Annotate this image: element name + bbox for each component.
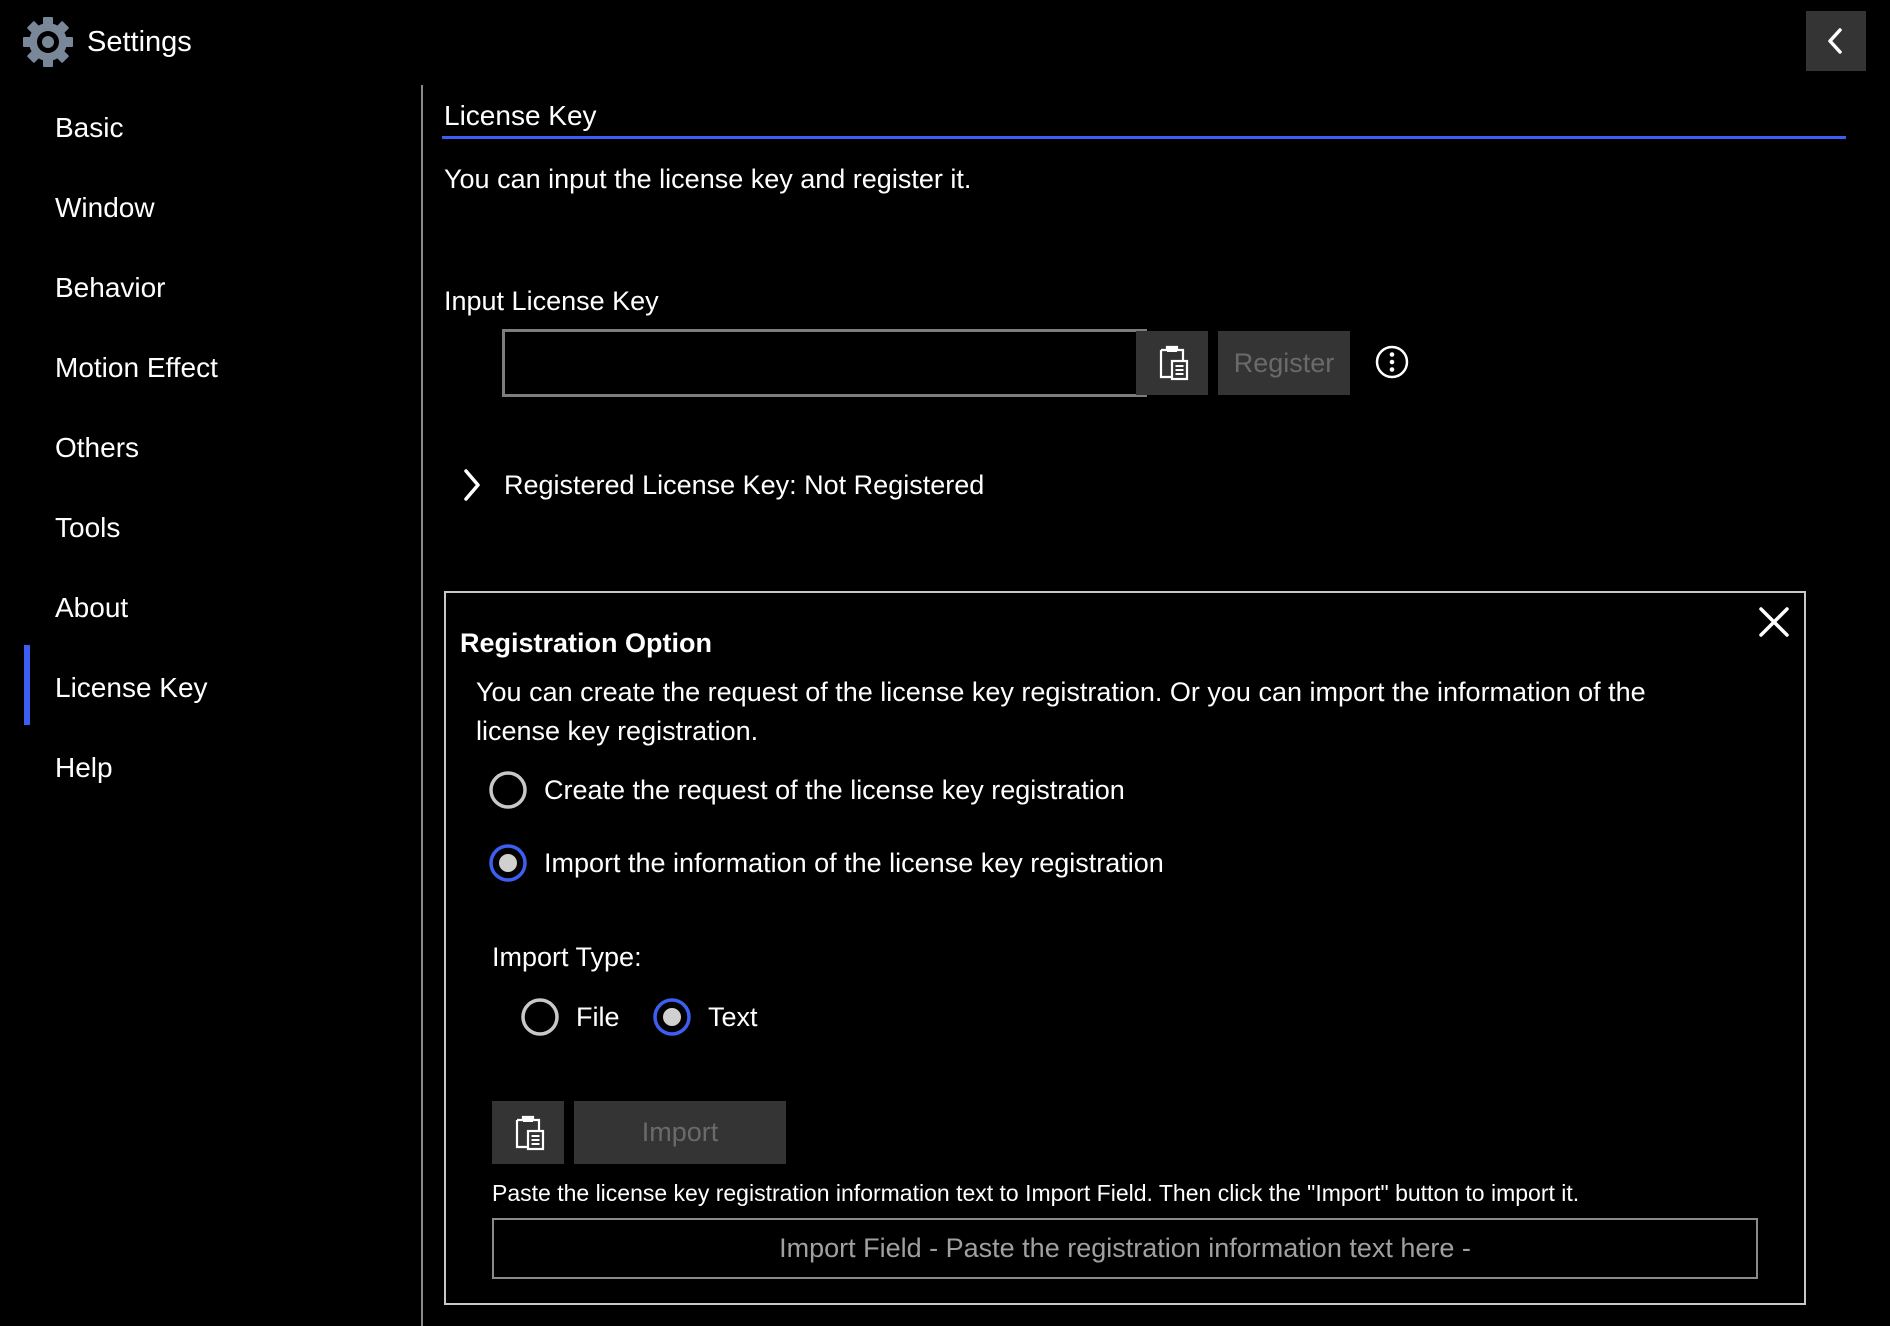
paste-license-key-button[interactable] bbox=[1136, 331, 1208, 395]
close-icon[interactable] bbox=[1756, 604, 1792, 640]
license-key-label: Input License Key bbox=[444, 286, 659, 316]
registered-key-expander[interactable] bbox=[458, 465, 484, 505]
radio-import-file[interactable] bbox=[521, 998, 559, 1036]
more-options-icon[interactable] bbox=[1374, 344, 1410, 380]
app-title: Settings bbox=[87, 26, 192, 58]
sidebar-item-window[interactable]: Window bbox=[0, 168, 420, 248]
radio-create-request[interactable] bbox=[489, 771, 527, 809]
sidebar-item-label: Behavior bbox=[55, 272, 166, 303]
clipboard-paste-icon bbox=[515, 1115, 545, 1150]
sidebar-item-label: Motion Effect bbox=[55, 352, 218, 383]
sidebar-item-label: License Key bbox=[55, 672, 208, 703]
sidebar-item-label: Window bbox=[55, 192, 155, 223]
sidebar-item-label: About bbox=[55, 592, 129, 623]
sidebar-item-help[interactable]: Help bbox=[0, 728, 420, 808]
license-key-input[interactable] bbox=[502, 329, 1147, 397]
chevron-left-icon bbox=[1828, 28, 1842, 54]
sidebar-item-others[interactable]: Others bbox=[0, 408, 420, 488]
import-type-file-label[interactable]: File bbox=[576, 999, 620, 1035]
import-button[interactable]: Import bbox=[574, 1101, 786, 1164]
title-underline bbox=[442, 136, 1846, 139]
sidebar-item-behavior[interactable]: Behavior bbox=[0, 248, 420, 328]
sidebar-item-tools[interactable]: Tools bbox=[0, 488, 420, 568]
sidebar-item-motion-effect[interactable]: Motion Effect bbox=[0, 328, 420, 408]
option-import-information-label[interactable]: Import the information of the license ke… bbox=[544, 845, 1164, 881]
import-helper-text: Paste the license key registration infor… bbox=[492, 1180, 1580, 1206]
option-create-request-label[interactable]: Create the request of the license key re… bbox=[544, 772, 1125, 808]
register-button[interactable]: Register bbox=[1218, 331, 1350, 395]
import-text-field[interactable]: Import Field - Paste the registration in… bbox=[492, 1218, 1758, 1279]
panel-description: You can create the request of the licens… bbox=[476, 677, 1646, 746]
import-type-label: Import Type: bbox=[492, 942, 642, 972]
sidebar-item-basic[interactable]: Basic bbox=[0, 88, 420, 168]
page-title: License Key bbox=[444, 100, 597, 131]
sidebar-item-label: Others bbox=[55, 432, 140, 463]
import-type-text-label[interactable]: Text bbox=[708, 999, 758, 1035]
page-description: You can input the license key and regist… bbox=[444, 164, 972, 194]
sidebar-item-about[interactable]: About bbox=[0, 568, 420, 648]
paste-import-text-button[interactable] bbox=[492, 1101, 564, 1164]
chevron-right-icon bbox=[464, 469, 480, 501]
panel-title: Registration Option bbox=[460, 628, 712, 658]
clipboard-paste-icon bbox=[1159, 345, 1189, 381]
sidebar-item-label: Help bbox=[55, 752, 113, 783]
sidebar-item-label: Basic bbox=[55, 112, 124, 143]
radio-import-information[interactable] bbox=[489, 844, 527, 882]
active-nav-indicator bbox=[24, 645, 30, 725]
sidebar-item-license-key[interactable]: License Key bbox=[0, 648, 420, 728]
sidebar-item-label: Tools bbox=[55, 512, 121, 543]
back-button[interactable] bbox=[1806, 11, 1866, 71]
gear-icon bbox=[23, 17, 73, 67]
sidebar-divider bbox=[421, 85, 423, 1326]
registered-key-status: Registered License Key: Not Registered bbox=[504, 470, 985, 500]
radio-import-text[interactable] bbox=[653, 998, 691, 1036]
